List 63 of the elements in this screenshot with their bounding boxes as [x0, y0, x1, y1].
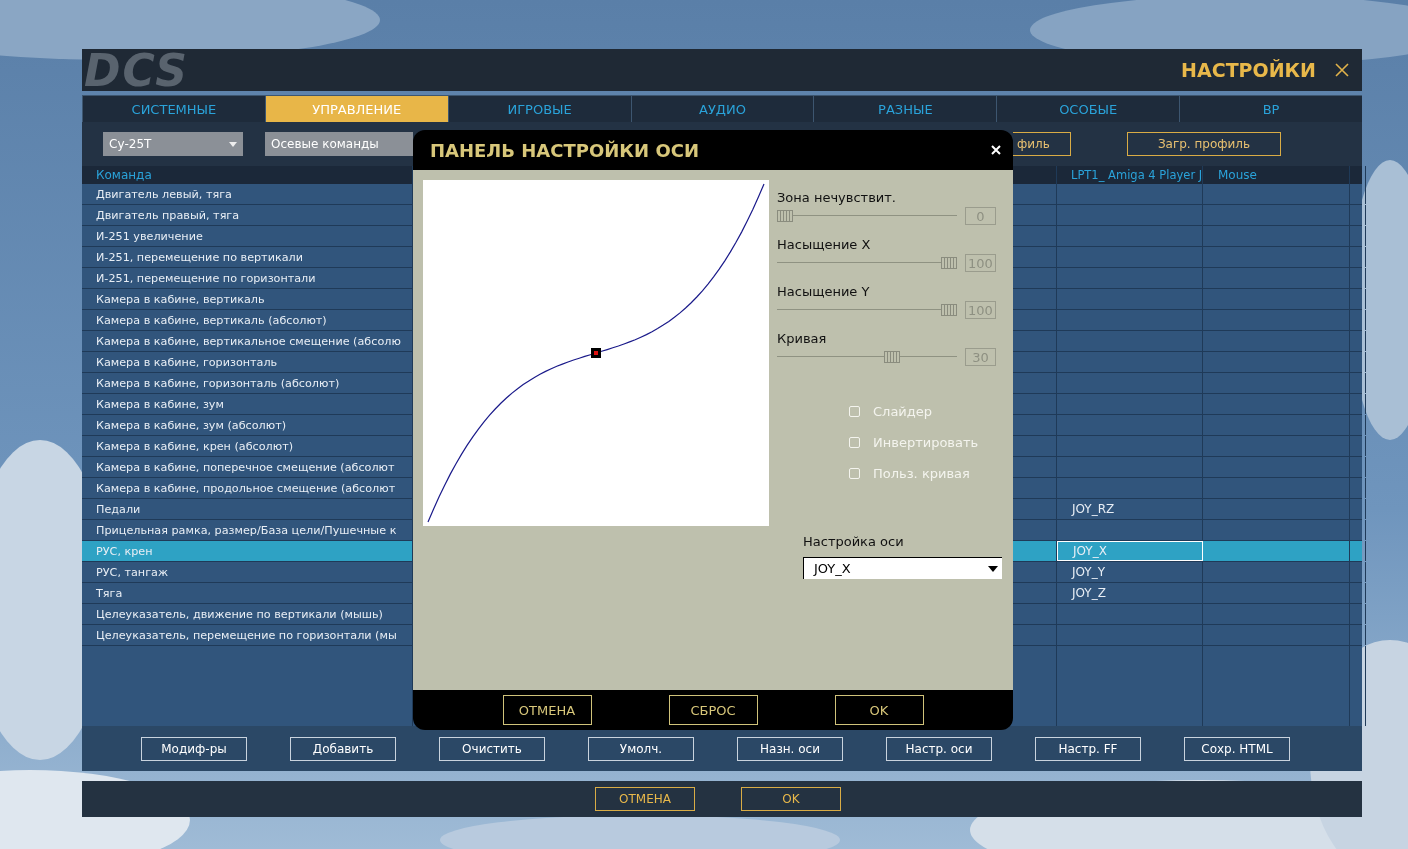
- column-header: Mouse: [1203, 166, 1350, 184]
- axis-dropdown[interactable]: JOY_X: [803, 557, 1002, 579]
- action-button[interactable]: Назн. оси: [737, 736, 843, 761]
- slider-label: Кривая: [777, 331, 828, 347]
- table-cell[interactable]: РУС, тангаж: [96, 565, 168, 579]
- slider-thumb[interactable]: [941, 304, 957, 316]
- footer-button[interactable]: OK: [741, 787, 841, 811]
- table-cell[interactable]: Педали: [96, 502, 141, 516]
- profile-button[interactable]: филь: [1013, 132, 1071, 156]
- checkbox-label: Слайдер: [873, 403, 933, 419]
- checkbox[interactable]: [849, 467, 860, 479]
- dialog-button[interactable]: OK: [834, 695, 924, 725]
- dialog-button[interactable]: ОТМЕНА: [502, 695, 592, 725]
- action-button[interactable]: Настр. FF: [1035, 736, 1141, 761]
- table-cell[interactable]: Камера в кабине, поперечное смещение (абсолют: [96, 460, 395, 474]
- table-cell[interactable]: Камера в кабине, продольное смещение (абсолют: [96, 481, 396, 495]
- slider-thumb[interactable]: [777, 210, 793, 222]
- table-cell[interactable]: Камера в кабине, зум (абсолют): [96, 418, 286, 432]
- table-cell[interactable]: Целеуказатель, движение по вертикали (мышь): [96, 607, 383, 621]
- table-cell[interactable]: Двигатель левый, тяга: [96, 187, 232, 201]
- table-cell[interactable]: JOY_RZ: [1072, 502, 1115, 516]
- checkbox-label: Польз. кривая: [873, 465, 970, 481]
- table-cell[interactable]: JOY_Z: [1072, 586, 1106, 600]
- table-cell[interactable]: Камера в кабине, вертикаль (абсолют): [96, 313, 327, 327]
- table-cell[interactable]: Камера в кабине, крен (абсолют): [96, 439, 294, 453]
- table-cell[interactable]: Камера в кабине, горизонталь: [96, 355, 278, 369]
- checkbox-label: Инвертировать: [873, 434, 979, 450]
- table-cell[interactable]: Камера в кабине, вертикаль: [96, 292, 265, 306]
- caret-icon: [988, 565, 998, 572]
- table-cell[interactable]: JOY_Y: [1072, 565, 1105, 579]
- slider-label: Насыщение Y: [777, 284, 871, 300]
- caret-icon: [229, 141, 237, 147]
- table-cell[interactable]: И-251, перемещение по вертикали: [96, 250, 303, 264]
- footer-button[interactable]: ОТМЕНА: [595, 787, 695, 811]
- slider-label: Зона нечувствит.: [777, 190, 897, 206]
- checkbox[interactable]: [849, 405, 860, 417]
- dialog-button[interactable]: СБРОС: [668, 695, 758, 725]
- action-button[interactable]: Очистить: [439, 736, 545, 761]
- action-button[interactable]: Модиф-ры: [141, 736, 247, 761]
- logo: DCS: [84, 49, 189, 91]
- action-button[interactable]: Настр. оси: [886, 736, 992, 761]
- checkbox[interactable]: [849, 436, 860, 448]
- load-profile-button[interactable]: Загр. профиль: [1127, 132, 1281, 156]
- table-cell[interactable]: Камера в кабине, горизонталь (абсолют): [96, 376, 340, 390]
- dialog-title: ПАНЕЛЬ НАСТРОЙКИ ОСИ: [430, 139, 699, 161]
- axis-label: Настройка оси: [803, 534, 905, 549]
- action-button[interactable]: Умолч.: [588, 736, 694, 761]
- window-title: НАСТРОЙКИ: [1181, 59, 1316, 81]
- close-icon[interactable]: [1334, 62, 1350, 78]
- table-cell[interactable]: Целеуказатель, перемещение по горизонтали (мы: [96, 628, 397, 642]
- table-cell[interactable]: Прицельная рамка, размер/База цели/Пушечные к: [96, 523, 397, 537]
- slider-thumb[interactable]: [941, 257, 957, 269]
- column-header: LPT1_ Amiga 4 Player J: [1057, 166, 1203, 184]
- table-cell[interactable]: Камера в кабине, зум: [96, 397, 224, 411]
- table-cell[interactable]: Тяга: [96, 586, 123, 600]
- slider-label: Насыщение X: [777, 237, 872, 253]
- table-cell[interactable]: И-251, перемещение по горизонтали: [96, 271, 316, 285]
- table-cell[interactable]: Двигатель правый, тяга: [96, 208, 240, 222]
- action-button[interactable]: Добавить: [290, 736, 396, 761]
- table-cell[interactable]: И-251 увеличение: [96, 229, 203, 243]
- action-button[interactable]: Сохр. HTML: [1184, 736, 1290, 761]
- slider-thumb[interactable]: [883, 351, 900, 363]
- table-cell[interactable]: Камера в кабине, вертикальное смещение (абсолю: [96, 334, 401, 348]
